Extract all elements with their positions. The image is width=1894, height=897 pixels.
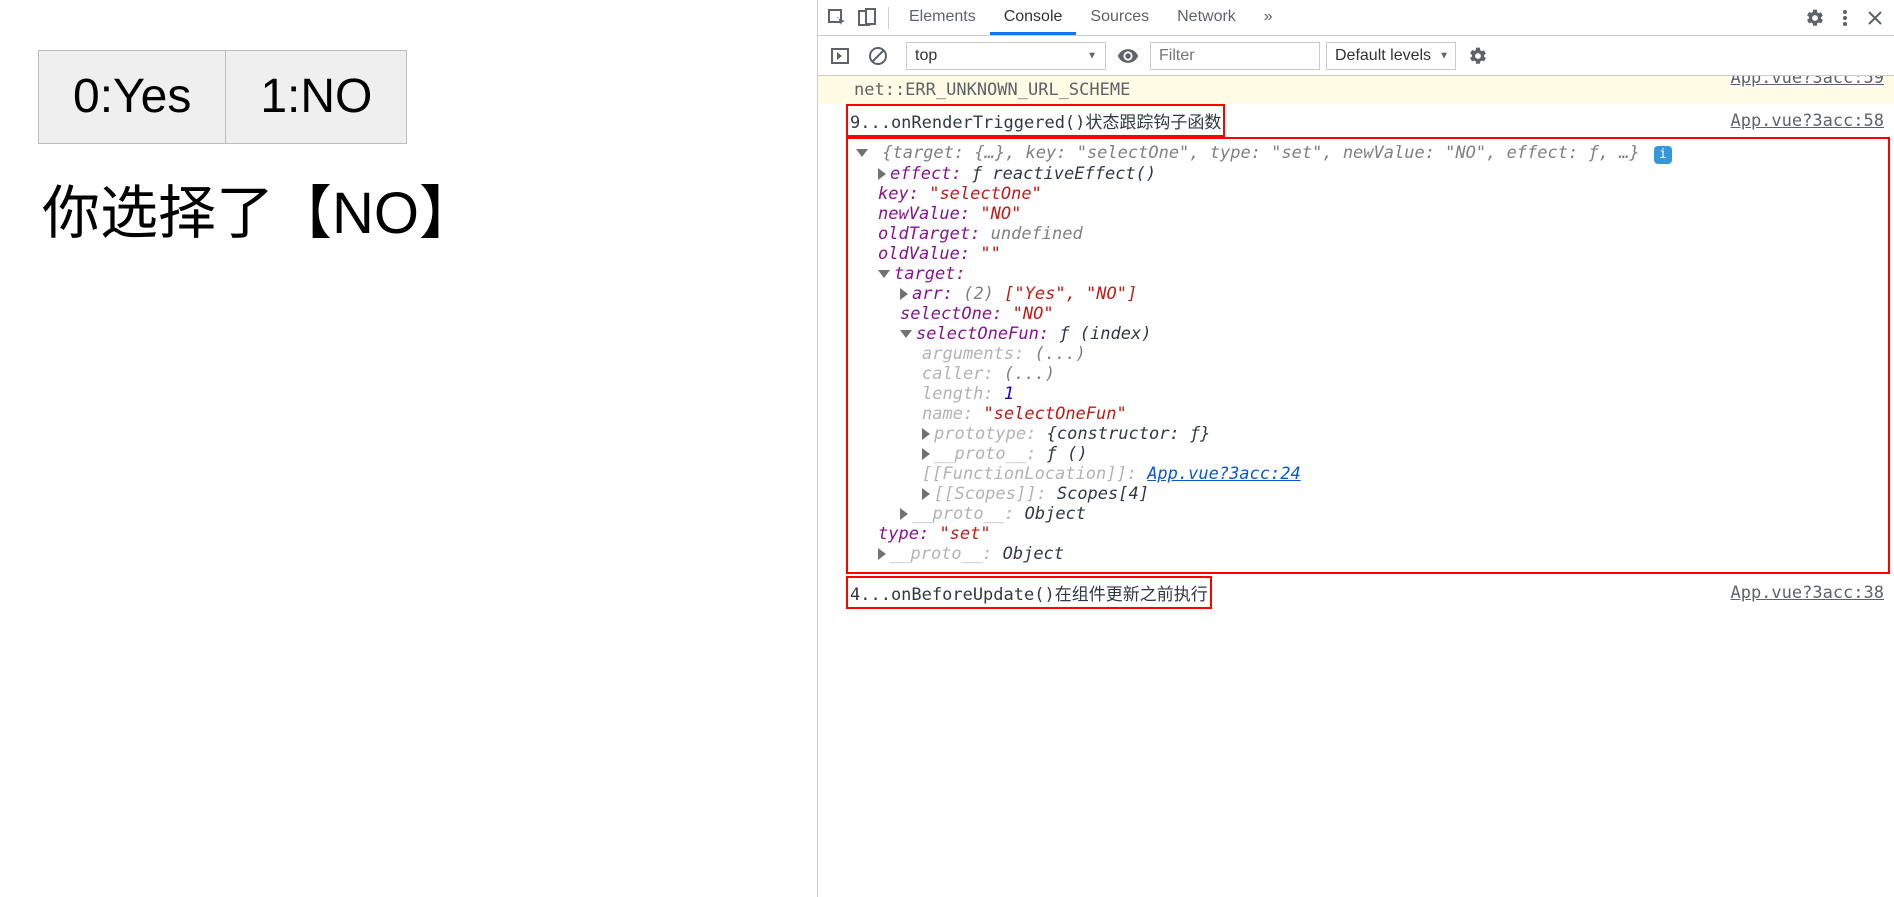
console-settings-icon[interactable]	[1462, 41, 1494, 71]
prop-key: selectOneFun:	[916, 324, 1049, 344]
prop-key: key:	[878, 184, 919, 204]
prop-key: length:	[922, 384, 994, 404]
prop-key: name:	[922, 404, 973, 424]
expand-toggle-icon[interactable]	[856, 149, 868, 157]
devtools-panel: Elements Console Sources Network » top	[817, 0, 1894, 897]
highlighted-log-row: 4...onBeforeUpdate()在组件更新之前执行	[846, 576, 1212, 609]
prop-value: ""	[980, 244, 1000, 264]
object-summary: {target: {…}, key: "selectOne", type: "s…	[882, 143, 1639, 163]
expand-toggle-icon[interactable]	[878, 168, 886, 180]
expand-toggle-icon[interactable]	[878, 548, 886, 560]
expand-toggle-icon[interactable]	[878, 270, 890, 278]
context-selector[interactable]: top	[906, 42, 1106, 70]
prop-key: oldTarget:	[878, 224, 980, 244]
prop-key: [[Scopes]]:	[934, 484, 1047, 504]
prop-meta: (2)	[963, 284, 994, 304]
prop-key: effect:	[890, 164, 962, 184]
settings-icon[interactable]	[1800, 4, 1830, 32]
console-toolbar: top Default levels	[818, 36, 1894, 76]
prop-value: 1	[1004, 384, 1014, 404]
info-badge-icon[interactable]: i	[1654, 146, 1672, 164]
prop-value: Scopes[4]	[1057, 484, 1149, 504]
prop-key: newValue:	[878, 204, 970, 224]
prop-key: type:	[878, 524, 929, 544]
prop-value: Object	[1025, 504, 1086, 524]
result-text: 你选择了【NO】	[42, 166, 817, 250]
source-link-partial[interactable]: App.vue?3acc:59	[1730, 76, 1884, 88]
inspect-element-icon[interactable]	[822, 4, 852, 32]
function-location-link[interactable]: App.vue?3acc:24	[1147, 464, 1301, 484]
expand-toggle-icon[interactable]	[900, 508, 908, 520]
log-message: 4...onBeforeUpdate()在组件更新之前执行	[850, 580, 1208, 605]
prop-value: "selectOne"	[929, 184, 1042, 204]
expand-toggle-icon[interactable]	[922, 428, 930, 440]
separator	[888, 7, 889, 29]
console-output[interactable]: net::ERR_UNKNOWN_URL_SCHEME 9...onRender…	[818, 76, 1894, 897]
choice-button-yes[interactable]: 0:Yes	[38, 50, 226, 144]
tab-elements[interactable]: Elements	[895, 0, 990, 35]
choice-button-no[interactable]: 1:NO	[225, 50, 407, 144]
app-pane: 0:Yes 1:NO 你选择了【NO】	[0, 0, 817, 897]
prop-value: ƒ ()	[1047, 444, 1088, 464]
prop-value: "NO"	[980, 204, 1021, 224]
highlighted-log-row: 9...onRenderTriggered()状态跟踪钩子函数	[846, 104, 1225, 137]
prop-key: arr:	[912, 284, 953, 304]
expand-toggle-icon[interactable]	[900, 330, 912, 338]
prop-key: __proto__:	[912, 504, 1014, 524]
prop-value: ƒ reactiveEffect()	[972, 164, 1156, 184]
button-row: 0:Yes 1:NO	[38, 50, 817, 144]
prop-value: ["Yes", "NO"]	[1004, 284, 1137, 304]
close-devtools-icon[interactable]	[1860, 4, 1890, 32]
log-levels-selector[interactable]: Default levels	[1326, 42, 1456, 70]
prop-value: ƒ (index)	[1059, 324, 1151, 344]
prop-key: arguments:	[922, 344, 1024, 364]
prop-key: selectOne:	[900, 304, 1002, 324]
expand-toggle-icon[interactable]	[922, 448, 930, 460]
prop-key: __proto__:	[934, 444, 1036, 464]
prop-key: oldValue:	[878, 244, 970, 264]
prop-value: "selectOneFun"	[983, 404, 1126, 424]
prop-value[interactable]: (...)	[1004, 364, 1055, 384]
prop-value: "set"	[939, 524, 990, 544]
toggle-sidebar-icon[interactable]	[824, 41, 856, 71]
filter-input[interactable]	[1150, 42, 1320, 70]
tab-console[interactable]: Console	[990, 0, 1077, 35]
prop-value: undefined	[991, 224, 1083, 244]
context-selector-value: top	[915, 47, 937, 65]
prop-value: "NO"	[1013, 304, 1054, 324]
object-inspector[interactable]: {target: {…}, key: "selectOne", type: "s…	[846, 137, 1890, 574]
kebab-menu-icon[interactable]	[1830, 4, 1860, 32]
devtools-tab-strip: Elements Console Sources Network »	[818, 0, 1894, 36]
expand-toggle-icon[interactable]	[900, 288, 908, 300]
toggle-device-icon[interactable]	[852, 4, 882, 32]
live-expression-icon[interactable]	[1112, 41, 1144, 71]
tab-sources[interactable]: Sources	[1076, 0, 1163, 35]
log-message: 9...onRenderTriggered()状态跟踪钩子函数	[850, 108, 1221, 133]
source-link[interactable]: App.vue?3acc:38	[1730, 583, 1884, 603]
expand-toggle-icon[interactable]	[922, 488, 930, 500]
prop-value: Object	[1003, 544, 1064, 564]
prop-key: prototype:	[934, 424, 1036, 444]
log-levels-label: Default levels	[1335, 47, 1431, 65]
clear-console-icon[interactable]	[862, 41, 894, 71]
prop-key: __proto__:	[890, 544, 992, 564]
prop-value[interactable]: (...)	[1035, 344, 1086, 364]
prop-key: [[FunctionLocation]]:	[922, 464, 1137, 484]
prop-key: caller:	[922, 364, 994, 384]
tabs-overflow[interactable]: »	[1250, 0, 1287, 35]
prop-key: target:	[894, 264, 966, 284]
tab-network[interactable]: Network	[1163, 0, 1250, 35]
source-link[interactable]: App.vue?3acc:58	[1730, 111, 1884, 131]
prop-value: {constructor: ƒ}	[1047, 424, 1211, 444]
